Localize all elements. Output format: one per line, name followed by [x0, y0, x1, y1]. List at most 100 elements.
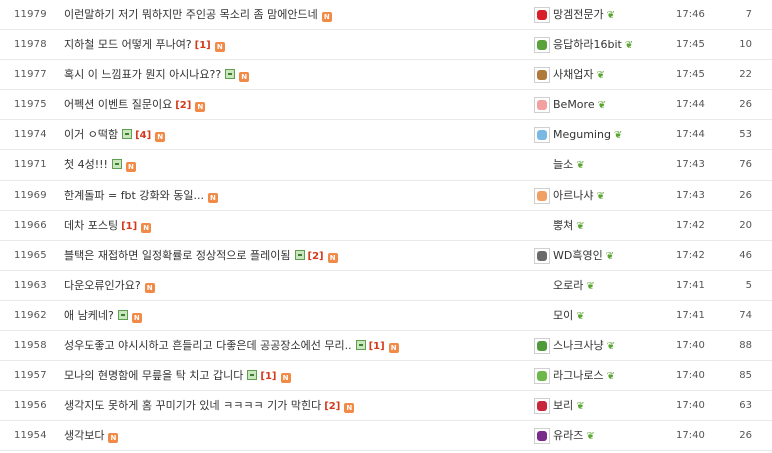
- author-name-text: 오로라: [553, 278, 584, 292]
- author-name[interactable]: 아르나샤 ❦: [553, 181, 605, 212]
- post-title-cell: 이거 ㅇ떡함 [4] N: [64, 120, 166, 151]
- table-row[interactable]: 11954 생각보다 N 유라즈 ❦ 17:40 26: [0, 421, 772, 452]
- author-name[interactable]: 스나크사냥 ❦: [553, 331, 615, 362]
- new-badge-icon: N: [141, 222, 152, 233]
- post-title-link[interactable]: 한계돌파 = fbt 강화와 동일...: [64, 189, 204, 202]
- post-time: 17:41: [676, 279, 705, 291]
- post-title-link[interactable]: 애 남케네?: [64, 309, 114, 322]
- author-name-text: 뿡쳐: [553, 218, 574, 232]
- table-row[interactable]: 11965 블택은 재접하면 일정확률로 정상적으로 플레이됨 [2] N WD흑영인 ❦…: [0, 241, 772, 271]
- new-badge-icon: N: [155, 132, 166, 143]
- table-row[interactable]: 11975 어펙션 이벤트 질문이요 [2] N BeMore ❦ 17:44 26: [0, 90, 772, 121]
- post-title-link[interactable]: 지하철 모드 어떻게 푸나여?: [64, 38, 192, 51]
- author-name[interactable]: 보리 ❦: [553, 391, 585, 422]
- new-badge-icon: N: [239, 72, 250, 83]
- table-row[interactable]: 11958 성우도좋고 야시시하고 흔들리고 다좋은데 공공장소에선 무리.. [1…: [0, 331, 772, 362]
- post-title-link[interactable]: 모나의 현명함에 무릎을 탁 치고 갑니다: [64, 369, 243, 382]
- table-row[interactable]: 11979 이런말하기 저기 뭐하지만 주인공 목소리 좀 맘에안드네 N 망겜전문가…: [0, 0, 772, 31]
- table-row[interactable]: 11957 모나의 현명함에 무릎을 탁 치고 갑니다 [1] N 라그나로스 ❦ 17:4…: [0, 361, 772, 392]
- new-badge-icon: N: [131, 312, 142, 323]
- image-attach-icon: [294, 249, 305, 260]
- avatar: [534, 67, 550, 84]
- view-count: 26: [739, 189, 752, 201]
- post-title-link[interactable]: 이거 ㅇ떡함: [64, 128, 118, 141]
- post-title-link[interactable]: 데차 포스팅: [64, 219, 118, 232]
- table-row[interactable]: 11978 지하철 모드 어떻게 푸나여? [1] N 응답하라16bit ❦ 17:45 1…: [0, 30, 772, 61]
- post-title-link[interactable]: 생각보다: [64, 429, 104, 442]
- author-name[interactable]: 사채업자 ❦: [553, 60, 605, 91]
- new-badge-icon: N: [214, 42, 225, 53]
- post-time: 17:46: [676, 9, 705, 20]
- level-sprout-icon: ❦: [605, 250, 615, 262]
- author-cell: 라그나로스 ❦: [534, 361, 664, 391]
- comment-count[interactable]: [2]: [308, 251, 324, 262]
- author-name-text: 유라즈: [553, 429, 584, 443]
- post-title-link[interactable]: 첫 4성!!!: [64, 158, 108, 171]
- comment-count[interactable]: [1]: [195, 40, 211, 51]
- post-number: 11963: [14, 279, 47, 291]
- post-number: 11971: [14, 159, 47, 171]
- post-list: 11979 이런말하기 저기 뭐하지만 주인공 목소리 좀 맘에안드네 N 망겜전문가…: [0, 0, 772, 453]
- author-name[interactable]: 뿡쳐 ❦: [553, 211, 585, 242]
- table-row[interactable]: 11966 데차 포스팅 [1] N 뿡쳐 ❦ 17:42 20: [0, 211, 772, 241]
- author-name[interactable]: 늘소 ❦: [553, 150, 585, 181]
- comment-count[interactable]: [2]: [324, 401, 340, 412]
- table-row[interactable]: 11969 한계돌파 = fbt 강화와 동일... N 아르나샤 ❦ 17:43 26: [0, 181, 772, 211]
- post-title-link[interactable]: 이런말하기 저기 뭐하지만 주인공 목소리 좀 맘에안드네: [64, 8, 318, 21]
- post-time: 17:43: [676, 189, 705, 201]
- author-name[interactable]: 망겜전문가 ❦: [553, 0, 615, 31]
- comment-count[interactable]: [2]: [175, 100, 191, 111]
- avatar: [534, 97, 550, 114]
- author-name[interactable]: 오로라 ❦: [553, 271, 595, 302]
- table-row[interactable]: 11962 애 남케네? N 모이 ❦ 17:41 74: [0, 301, 772, 332]
- post-title-cell: 어펙션 이벤트 질문이요 [2] N: [64, 90, 206, 121]
- author-name[interactable]: WD흑영인 ❦: [553, 241, 614, 272]
- post-title-link[interactable]: 블택은 재접하면 일정확률로 정상적으로 플레이됨: [64, 249, 291, 262]
- post-time: 17:45: [676, 69, 705, 81]
- level-sprout-icon: ❦: [613, 130, 623, 142]
- author-name[interactable]: Meguming ❦: [553, 120, 622, 151]
- view-count: 88: [739, 340, 752, 352]
- post-title-link[interactable]: 성우도좋고 야시시하고 흔들리고 다좋은데 공공장소에선 무리..: [64, 339, 352, 352]
- post-number: 11966: [14, 219, 47, 231]
- post-title-link[interactable]: 생각지도 못하게 홈 꾸미기가 있네 ㅋㅋㅋㅋ 기가 막힌다: [64, 399, 321, 412]
- post-title-link[interactable]: 혹시 이 느낌표가 뭔지 아시나요??: [64, 68, 221, 81]
- comment-count[interactable]: [1]: [121, 221, 137, 232]
- table-row[interactable]: 11963 다운오류인가요? N 오로라 ❦ 17:41 5: [0, 271, 772, 301]
- level-sprout-icon: ❦: [576, 401, 585, 413]
- post-title-link[interactable]: 어펙션 이벤트 질문이요: [64, 98, 172, 111]
- author-name[interactable]: BeMore ❦: [553, 90, 606, 121]
- author-cell: 뿡쳐 ❦: [534, 211, 664, 241]
- comment-count[interactable]: [4]: [135, 130, 151, 141]
- author-cell: Meguming ❦: [534, 120, 664, 150]
- table-row[interactable]: 11974 이거 ㅇ떡함 [4] N Meguming ❦ 17:44 53: [0, 120, 772, 151]
- table-row[interactable]: 11956 생각지도 못하게 홈 꾸미기가 있네 ㅋㅋㅋㅋ 기가 막힌다 [2] N 보…: [0, 391, 772, 422]
- post-time: 17:40: [676, 340, 705, 352]
- author-cell: 보리 ❦: [534, 391, 664, 421]
- view-count: 76: [739, 159, 752, 171]
- view-count: 85: [739, 370, 752, 382]
- author-name[interactable]: 유라즈 ❦: [553, 421, 595, 452]
- author-name[interactable]: 응답하라16bit ❦: [553, 30, 633, 61]
- author-name-text: 늘소: [553, 158, 574, 172]
- author-cell: BeMore ❦: [534, 90, 664, 120]
- author-cell: 오로라 ❦: [534, 271, 664, 301]
- author-name[interactable]: 모이 ❦: [553, 301, 585, 332]
- post-title-cell: 데차 포스팅 [1] N: [64, 211, 152, 242]
- view-count: 63: [739, 400, 752, 412]
- comment-count[interactable]: [1]: [369, 341, 385, 352]
- post-title-cell: 한계돌파 = fbt 강화와 동일... N: [64, 181, 218, 211]
- author-name[interactable]: 라그나로스 ❦: [553, 361, 615, 392]
- level-sprout-icon: ❦: [576, 160, 585, 172]
- post-number: 11975: [14, 99, 47, 111]
- table-row[interactable]: 11977 혹시 이 느낌표가 뭔지 아시나요?? N 사채업자 ❦ 17:45 22: [0, 60, 772, 91]
- view-count: 7: [745, 9, 752, 20]
- avatar: [534, 398, 550, 415]
- post-time: 17:41: [676, 309, 705, 321]
- comment-count[interactable]: [1]: [260, 371, 276, 382]
- post-title-link[interactable]: 다운오류인가요?: [64, 279, 141, 292]
- table-row[interactable]: 11971 첫 4성!!! N 늘소 ❦ 17:43 76: [0, 150, 772, 181]
- author-name-text: WD흑영인: [553, 248, 603, 262]
- post-number: 11978: [14, 39, 47, 51]
- avatar: [534, 368, 550, 385]
